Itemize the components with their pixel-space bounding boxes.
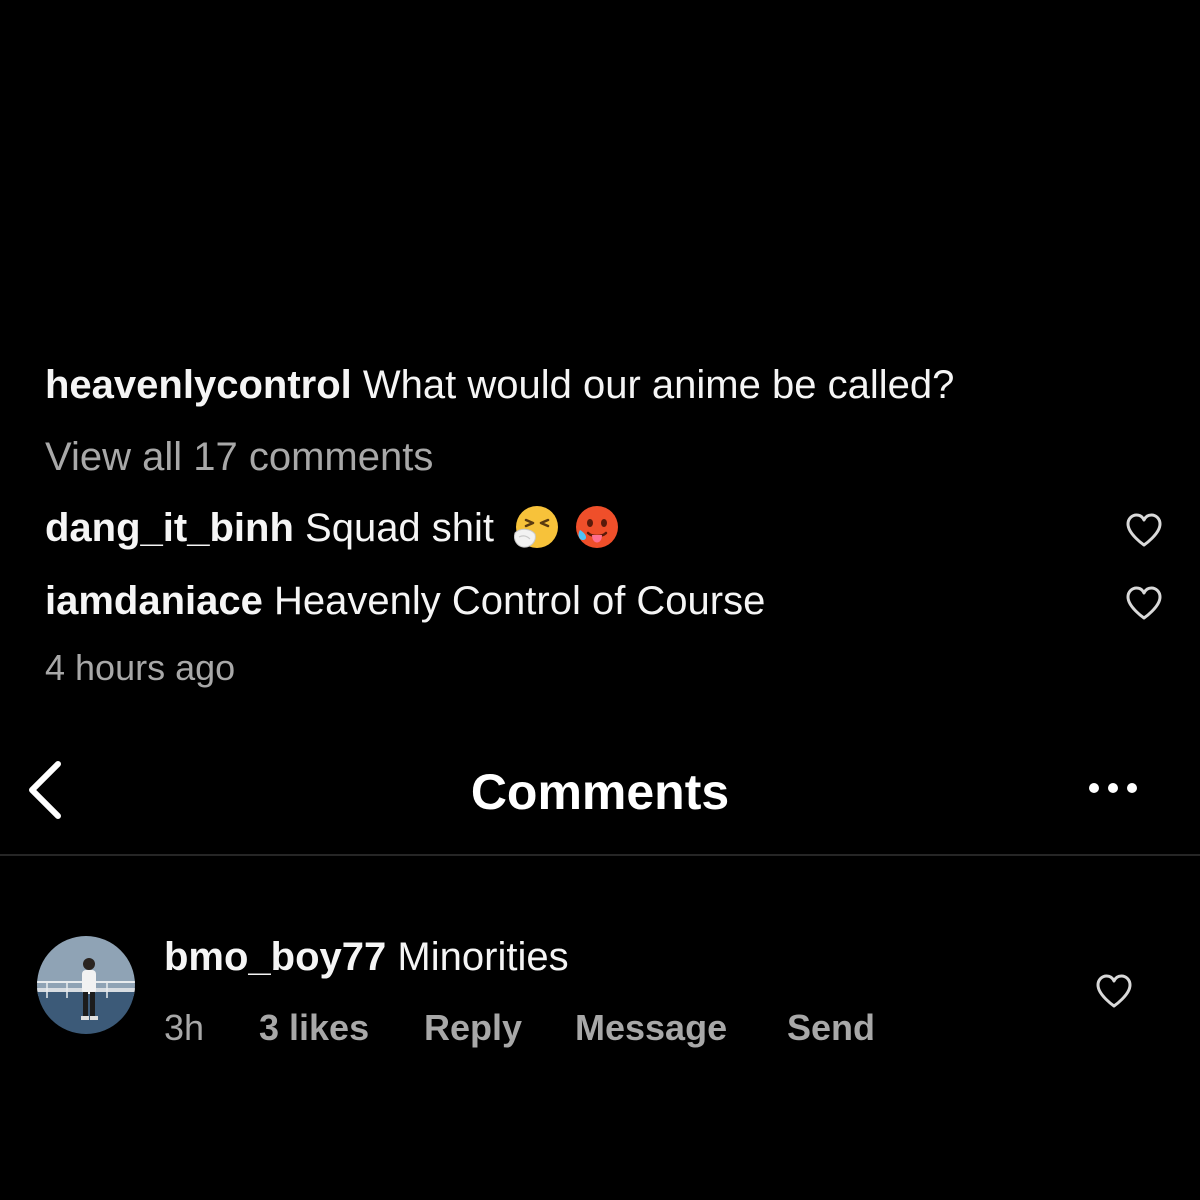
comment-body: bmo_boy77 Minorities bbox=[164, 933, 569, 981]
caption-text: What would our anime be called? bbox=[362, 363, 955, 407]
comment-username[interactable]: bmo_boy77 bbox=[164, 935, 386, 979]
preview-comment: dang_it_binh Squad shit bbox=[45, 504, 621, 554]
post-caption: heavenlycontrol What would our anime be … bbox=[45, 361, 954, 409]
view-all-comments-link[interactable]: View all 17 comments bbox=[45, 433, 433, 481]
preview-comment-username[interactable]: dang_it_binh bbox=[45, 506, 294, 550]
more-horizontal-icon[interactable] bbox=[1086, 780, 1140, 796]
hot-face-emoji bbox=[576, 506, 619, 549]
preview-comment: iamdaniace Heavenly Control of Course bbox=[45, 577, 765, 625]
send-button[interactable]: Send bbox=[787, 1006, 875, 1050]
comment-time: 3h bbox=[164, 1007, 205, 1048]
avatar[interactable] bbox=[37, 936, 135, 1034]
preview-comment-username[interactable]: iamdaniace bbox=[45, 579, 263, 623]
page-title: Comments bbox=[470, 764, 730, 820]
comment-likes[interactable]: 3 likes bbox=[259, 1006, 369, 1050]
reply-button[interactable]: Reply bbox=[424, 1006, 522, 1050]
like-comment-heart-icon[interactable] bbox=[1094, 973, 1134, 1009]
message-button[interactable]: Message bbox=[575, 1006, 727, 1050]
comments-header: Comments bbox=[0, 740, 1200, 854]
preview-comment-text: Heavenly Control of Course bbox=[274, 579, 766, 623]
preview-comment-text: Squad shit bbox=[305, 506, 495, 550]
like-comment-heart-icon[interactable] bbox=[1124, 585, 1164, 621]
post-timestamp: 4 hours ago bbox=[45, 647, 236, 688]
header-divider bbox=[0, 854, 1200, 856]
caption-username[interactable]: heavenlycontrol bbox=[45, 363, 352, 407]
like-comment-heart-icon[interactable] bbox=[1124, 512, 1164, 548]
sneezing-face-emoji bbox=[514, 506, 559, 549]
comment-text: Minorities bbox=[397, 935, 569, 979]
